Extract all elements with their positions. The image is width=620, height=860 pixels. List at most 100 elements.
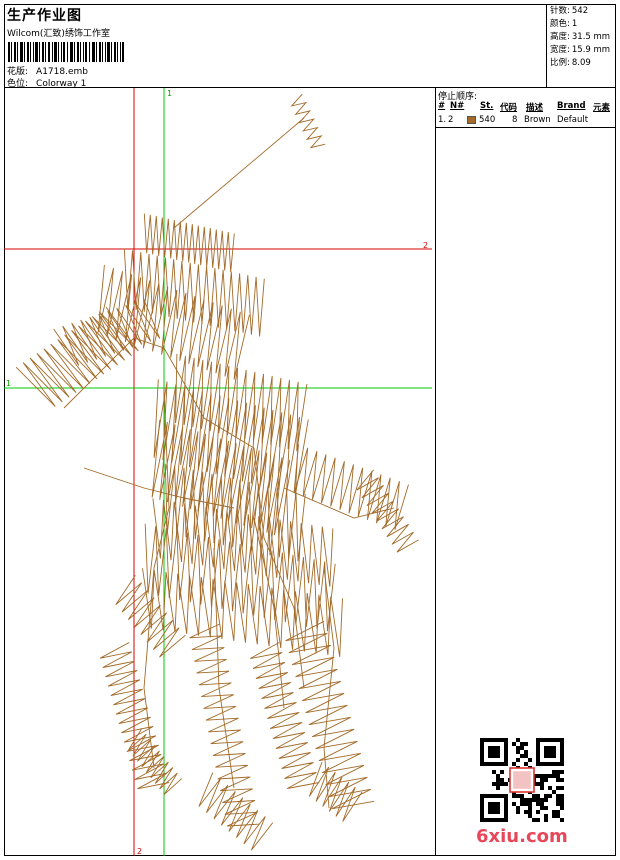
- qr-cell: [536, 810, 540, 814]
- qr-cell: [536, 782, 540, 786]
- qr-cell: [488, 802, 500, 814]
- stat-row-scale: 比例: 8.09: [550, 57, 616, 70]
- watermark-logo: 6xiu.com: [476, 826, 568, 847]
- qr-cell: [536, 802, 540, 806]
- stitch-run: [142, 568, 343, 657]
- barcode-image: [8, 42, 124, 62]
- stat-label: 针数:: [550, 6, 570, 16]
- stat-value: 1: [571, 19, 578, 29]
- qr-cell: [556, 774, 560, 778]
- panel-divider: [436, 127, 616, 128]
- stat-row-height: 高度: 31.5 mm: [550, 31, 616, 44]
- qr-cell: [556, 798, 560, 802]
- qr-cell: [492, 782, 496, 786]
- col-header-index: #: [438, 101, 446, 111]
- qr-cell: [556, 794, 560, 798]
- qr-cell: [540, 774, 544, 778]
- stat-value: 31.5 mm: [571, 32, 611, 42]
- qr-cell: [512, 802, 516, 806]
- qr-cell: [524, 810, 528, 814]
- qr-cell: [500, 770, 504, 774]
- qr-cell: [500, 782, 504, 786]
- qr-cell: [512, 762, 516, 766]
- qr-cell: [532, 818, 536, 822]
- qr-code-image: [480, 738, 564, 822]
- stitch-run: [128, 728, 183, 795]
- qr-cell: [544, 746, 556, 758]
- qr-cell: [500, 778, 504, 782]
- qr-cell: [520, 798, 524, 802]
- stitch-run: [115, 574, 186, 658]
- qr-cell: [560, 778, 564, 782]
- qr-cell: [524, 754, 528, 758]
- qr-cell: [552, 770, 556, 774]
- qr-cell: [516, 810, 520, 814]
- stitch-run: [249, 642, 320, 789]
- row-code: 8: [512, 115, 518, 125]
- qr-cell: [540, 786, 544, 790]
- row-number: 2: [448, 115, 454, 125]
- qr-cell: [512, 794, 516, 798]
- qr-cell: [540, 802, 544, 806]
- qr-cell: [544, 778, 548, 782]
- stitch-run: [99, 642, 170, 790]
- qr-cell: [520, 754, 524, 758]
- qr-cell: [540, 782, 544, 786]
- qr-cell: [516, 738, 520, 742]
- qr-cell: [560, 818, 564, 822]
- qr-cell: [524, 762, 528, 766]
- qr-cell: [524, 798, 528, 802]
- qr-cell: [524, 802, 528, 806]
- qr-cell: [540, 798, 544, 802]
- stat-row-stitches: 针数: 542: [550, 5, 616, 18]
- stitch-run: [308, 761, 363, 822]
- qr-cell: [552, 810, 556, 814]
- sheet-header: 生产作业图 Wilcom(汇致)绣饰工作室 花版: A1718.emb 色位: …: [4, 4, 616, 89]
- running-stitch: [173, 117, 305, 229]
- qr-cell: [544, 814, 548, 818]
- guide-label-green-left: 1: [6, 379, 11, 388]
- qr-cell: [524, 750, 528, 754]
- qr-cell: [512, 742, 516, 746]
- stitch-run: [144, 523, 336, 632]
- guide-label-green-top: 1: [167, 89, 172, 98]
- qr-cell: [528, 758, 532, 762]
- qr-cell: [492, 770, 496, 774]
- qr-seal-fill: [513, 771, 531, 789]
- qr-cell: [536, 774, 540, 778]
- col-header-number: N#: [450, 101, 465, 111]
- qr-cell: [560, 786, 564, 790]
- qr-cell: [556, 778, 560, 782]
- qr-cell: [560, 794, 564, 798]
- qr-cell: [536, 794, 540, 798]
- qr-cell: [544, 818, 548, 822]
- qr-cell: [516, 806, 520, 810]
- qr-cell: [560, 770, 564, 774]
- qr-cell: [556, 770, 560, 774]
- stitch-run: [198, 772, 274, 851]
- qr-cell: [516, 750, 520, 754]
- qr-cell: [556, 786, 560, 790]
- col-header-description: 描述: [526, 103, 544, 113]
- qr-cell: [520, 802, 524, 806]
- stitch-run: [164, 463, 306, 562]
- row-stitches: 540: [479, 115, 496, 125]
- embroidery-drawing: 1 1 2 2: [4, 88, 432, 856]
- qr-cell: [496, 778, 500, 782]
- stats-box: 针数: 542 颜色: 1 高度: 31.5 mm 宽度: 15.9 mm 比例: 8.0…: [546, 4, 616, 88]
- qr-cell: [544, 774, 548, 778]
- col-header-code: 代码: [500, 103, 518, 113]
- qr-cell: [488, 746, 500, 758]
- qr-cell: [540, 806, 544, 810]
- qr-cell: [528, 810, 532, 814]
- guide-label-red-right: 2: [423, 241, 428, 250]
- stat-label: 颜色:: [550, 19, 570, 29]
- design-canvas: 1 1 2 2: [4, 88, 436, 856]
- qr-cell: [528, 814, 532, 818]
- row-description: Brown: [524, 115, 551, 125]
- qr-cell: [548, 786, 552, 790]
- qr-cell: [516, 794, 520, 798]
- qr-cell: [556, 810, 560, 814]
- qr-cell: [520, 742, 524, 746]
- stat-label: 宽度:: [550, 45, 570, 55]
